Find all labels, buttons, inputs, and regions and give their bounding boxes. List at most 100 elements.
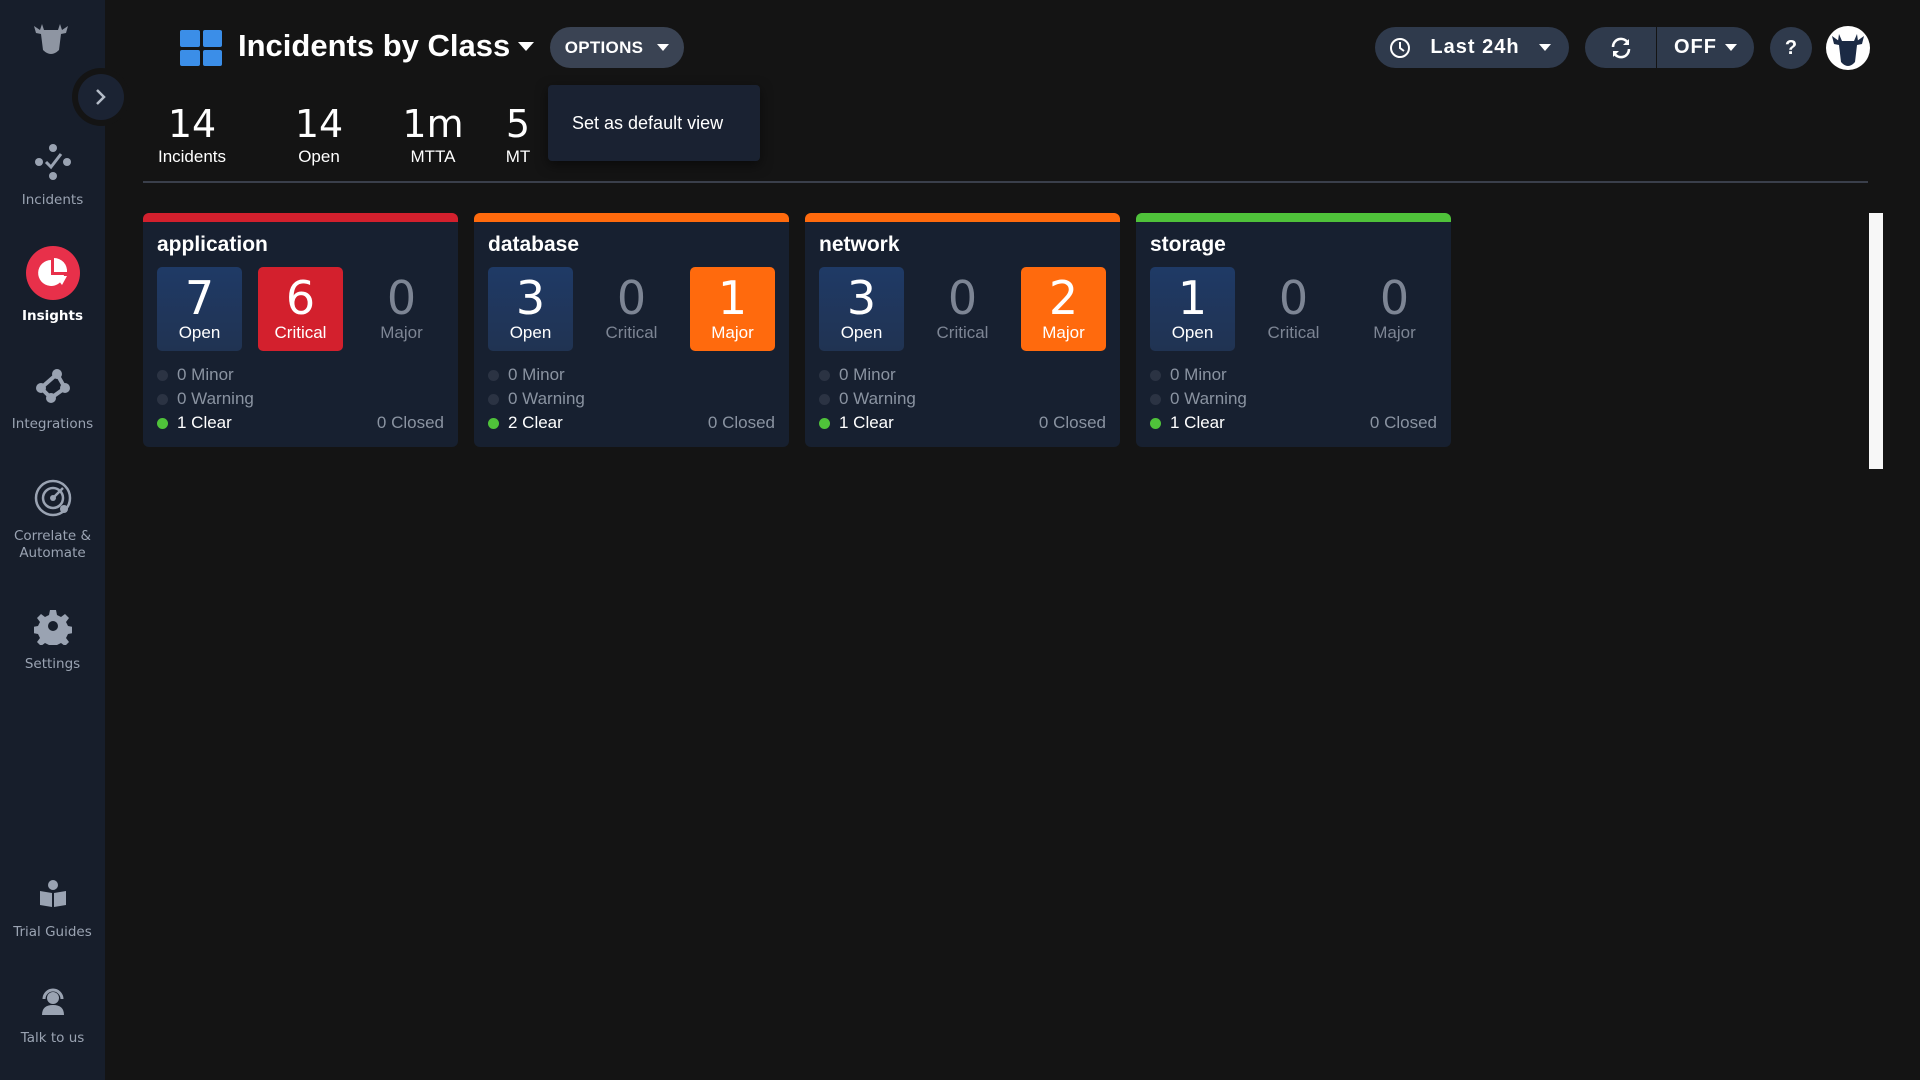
auto-refresh-control: OFF [1585,27,1754,68]
sidebar-expand-button[interactable] [78,74,124,120]
critical-count-box[interactable]: 0 Critical [1251,267,1336,351]
status-dot-icon [157,417,168,429]
critical-label: Critical [605,323,658,342]
dashboard-title-dropdown[interactable]: Incidents by Class [238,28,535,64]
major-count-box[interactable]: 1 Major [690,267,775,351]
status-dot-icon [1150,369,1161,381]
caret-down-icon [1725,44,1737,51]
status-dot-icon [819,393,830,405]
dashboard-grid-icon [180,30,222,66]
sidebar-item-insights[interactable]: Insights [0,246,105,325]
auto-refresh-dropdown[interactable]: OFF [1657,27,1754,68]
open-label: Open [1171,323,1214,342]
severity-counts: 3 Open 0 Critical 2 Major [819,267,1106,351]
critical-count: 0 [947,271,978,325]
minor-count: 0 Minor [177,365,234,384]
minor-count: 0 Minor [508,365,565,384]
stat-value: 14 [167,102,217,146]
stat-mttr: 5 MT [488,103,548,167]
major-label: Major [1373,323,1416,342]
sidebar-item-settings[interactable]: Settings [0,604,105,673]
sidebar-item-label: Correlate & Automate [14,528,91,561]
chevron-right-icon [96,89,106,105]
open-count-box[interactable]: 3 Open [488,267,573,351]
major-count: 1 [717,271,748,325]
options-menu: Set as default view [548,85,760,161]
critical-count: 0 [1278,271,1309,325]
warning-count: 0 Warning [508,389,585,408]
critical-count-box[interactable]: 0 Critical [920,267,1005,351]
closed-count: 0 Closed [1038,413,1106,432]
major-label: Major [380,323,423,342]
menu-item-set-default-view[interactable]: Set as default view [572,113,723,134]
user-avatar[interactable] [1826,26,1870,70]
warning-row: 0 Warning [157,387,444,411]
open-count-box[interactable]: 1 Open [1150,267,1235,351]
open-count-box[interactable]: 7 Open [157,267,242,351]
stat-value: 14 [294,102,344,146]
options-button[interactable]: OPTIONS [550,27,684,68]
status-bar [143,213,458,222]
time-range-selector[interactable]: Last 24h [1375,27,1569,68]
sidebar-item-integrations[interactable]: Integrations [0,364,105,433]
clock-icon [1390,37,1410,58]
stat-label: Incidents [157,147,227,166]
class-card-application[interactable]: application 7 Open 6 Critical 0 Major 0 … [143,213,458,447]
sidebar-item-correlate-automate[interactable]: Correlate & Automate [0,476,105,562]
closed-count: 0 Closed [1369,413,1437,432]
minor-row: 0 Minor [819,363,1106,387]
clear-count: 2 Clear [508,413,563,432]
stat-incidents: 14 Incidents [142,103,242,167]
warning-count: 0 Warning [177,389,254,408]
page-title: Incidents by Class [238,28,511,63]
sidebar-item-label: Insights [21,308,84,324]
book-reader-icon [31,872,75,916]
clear-count: 1 Clear [177,413,232,432]
major-count-box[interactable]: 0 Major [1352,267,1437,351]
status-dot-icon [1150,393,1161,405]
status-dot-icon [488,417,499,429]
minor-count: 0 Minor [1170,365,1227,384]
refresh-button[interactable] [1585,27,1657,68]
open-count-box[interactable]: 3 Open [819,267,904,351]
sidebar-item-trial-guides[interactable]: Trial Guides [0,872,105,941]
severity-list: 0 Minor 0 Warning 2 Clear 0 Closed [488,363,775,435]
class-card-storage[interactable]: storage 1 Open 0 Critical 0 Major 0 Mino… [1136,213,1451,447]
warning-count: 0 Warning [1170,389,1247,408]
sidebar-item-label: Talk to us [20,1030,85,1046]
sidebar-item-talk-to-us[interactable]: Talk to us [0,978,105,1047]
major-count-box[interactable]: 0 Major [359,267,444,351]
class-cards: application 7 Open 6 Critical 0 Major 0 … [143,213,1451,447]
sidebar-item-label: Settings [24,656,81,672]
cow-logo-icon[interactable] [30,20,72,58]
closed-count: 0 Closed [707,413,775,432]
status-bar [805,213,1120,222]
critical-count: 0 [616,271,647,325]
clear-row: 2 Clear 0 Closed [488,411,775,435]
critical-label: Critical [1267,323,1320,342]
major-count-box[interactable]: 2 Major [1021,267,1106,351]
help-button[interactable]: ? [1770,27,1812,69]
severity-counts: 1 Open 0 Critical 0 Major [1150,267,1437,351]
auto-refresh-label: OFF [1674,36,1717,58]
severity-list: 0 Minor 0 Warning 1 Clear 0 Closed [819,363,1106,435]
sidebar-item-incidents[interactable]: Incidents [0,140,105,209]
header-divider [143,181,1868,183]
class-card-network[interactable]: network 3 Open 0 Critical 2 Major 0 Mino… [805,213,1120,447]
status-dot-icon [157,369,168,381]
stat-mtta: 1m MTTA [383,103,483,167]
open-label: Open [178,323,221,342]
minor-row: 0 Minor [1150,363,1437,387]
major-count: 0 [386,271,417,325]
scrollbar[interactable] [1869,213,1883,469]
caret-down-icon [518,41,535,51]
pie-chart-icon [25,246,80,300]
class-card-database[interactable]: database 3 Open 0 Critical 1 Major 0 Min… [474,213,789,447]
open-count: 1 [1177,271,1208,325]
class-name: storage [1150,233,1226,256]
help-icon: ? [1784,36,1798,59]
headset-icon [31,978,75,1022]
critical-count-box[interactable]: 6 Critical [258,267,343,351]
critical-count-box[interactable]: 0 Critical [589,267,674,351]
major-label: Major [1042,323,1085,342]
